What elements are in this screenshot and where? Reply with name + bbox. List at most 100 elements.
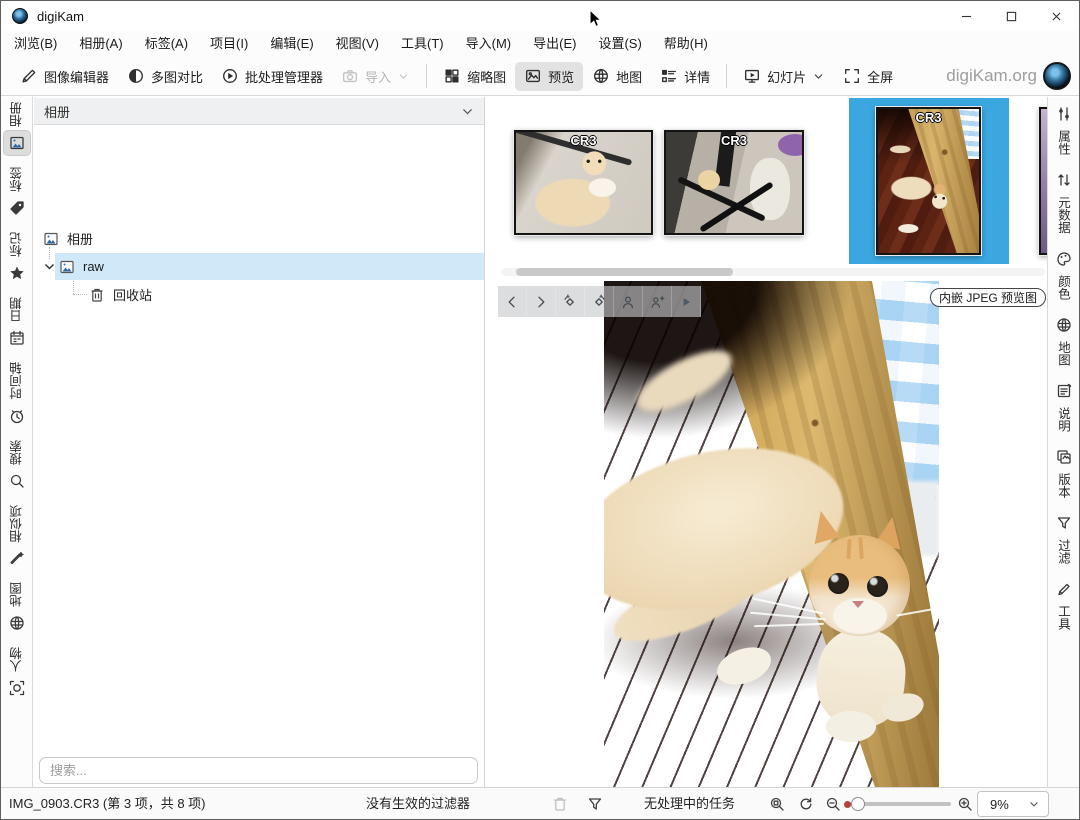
play-icon — [678, 294, 694, 310]
preview-photo[interactable] — [604, 281, 939, 788]
selection-highlight — [55, 253, 484, 280]
mouse-cursor — [589, 9, 607, 29]
grid-icon — [443, 67, 461, 85]
previous-button[interactable] — [498, 286, 527, 317]
thumbnail-2[interactable]: CR3 — [664, 130, 804, 235]
thumbnail-bar: CR3 CR3 CR3 — [498, 97, 1048, 278]
chevron-down-icon — [812, 70, 825, 83]
menu-album[interactable]: 相册(A) — [68, 31, 133, 57]
sidebar-tab-versions[interactable]: 版本 — [1051, 445, 1077, 498]
sidebar-tab-similarity[interactable]: 相似项 — [4, 505, 30, 571]
expander-chevron-icon — [43, 260, 56, 273]
filter-status: 没有生效的过滤器 — [366, 788, 470, 819]
face-tag-button[interactable] — [614, 286, 643, 317]
menu-settings[interactable]: 设置(S) — [587, 31, 652, 57]
map-view-button[interactable]: 地图 — [583, 62, 651, 91]
tree-item-albums-root[interactable]: 相册 — [34, 225, 484, 252]
maximize-button[interactable] — [989, 1, 1034, 31]
zoom-level-value: 9% — [978, 797, 1009, 812]
main-toolbar: 图像编辑器 多图对比 批处理管理器 导入 缩略图 预览 地图 — [1, 57, 1079, 96]
maximize-icon — [1006, 11, 1017, 22]
add-face-button[interactable] — [643, 286, 672, 317]
properties-sliders-icon — [1051, 102, 1077, 126]
search-icon — [4, 469, 30, 493]
fullscreen-icon — [843, 67, 861, 85]
window-title: digiKam — [37, 9, 84, 24]
sidebar-tab-people[interactable]: 人物 — [4, 647, 30, 700]
menu-help[interactable]: 帮助(H) — [653, 31, 719, 57]
sidebar-tab-tools[interactable]: 工具 — [1051, 577, 1077, 630]
zoom-slider[interactable] — [846, 802, 951, 806]
menu-edit[interactable]: 编辑(E) — [259, 31, 324, 57]
zoom-fit-button[interactable] — [769, 796, 785, 815]
menu-item[interactable]: 项目(I) — [199, 31, 259, 57]
digikam-logo-icon — [1043, 62, 1071, 90]
thumbnail-3-selected[interactable]: CR3 — [876, 107, 981, 255]
slideshow-button[interactable]: 幻灯片 — [734, 62, 834, 91]
sidebar-tab-search[interactable]: 搜索 — [4, 440, 30, 493]
batch-queue-button[interactable]: 批处理管理器 — [212, 62, 332, 91]
person-add-icon — [649, 294, 665, 310]
slideshow-icon — [743, 67, 761, 85]
trash-icon — [89, 287, 105, 303]
thumbnails-view-button[interactable]: 缩略图 — [434, 62, 515, 91]
sidebar-tab-timeline[interactable]: 时间轴 — [4, 362, 30, 428]
menu-view[interactable]: 视图(V) — [325, 31, 390, 57]
sidebar-tab-colors[interactable]: 颜色 — [1051, 247, 1077, 300]
tree-item-raw[interactable]: raw — [34, 253, 484, 280]
menu-import[interactable]: 导入(M) — [455, 31, 523, 57]
digikam-window: digiKam 浏览(B) 相册(A) 标签(A) 项目(I) 编辑(E) 视图… — [0, 0, 1080, 820]
zoom-in-button[interactable] — [957, 796, 973, 815]
menu-tag[interactable]: 标签(A) — [134, 31, 199, 57]
menu-export[interactable]: 导出(E) — [522, 31, 587, 57]
close-icon — [1051, 11, 1062, 22]
globe-icon — [4, 611, 30, 635]
details-view-button[interactable]: 详情 — [651, 62, 719, 91]
tasks-status: 无处理中的任务 — [644, 788, 735, 819]
trash-icon — [552, 796, 568, 815]
zoom-reset-button[interactable] — [798, 796, 814, 815]
file-info: IMG_0903.CR3 (第 3 项，共 8 项) — [9, 788, 206, 819]
sidebar-tab-metadata[interactable]: 元数据 — [1051, 168, 1077, 234]
sidebar-tab-map[interactable]: 地图 — [1051, 313, 1077, 366]
tree-item-trash[interactable]: 回收站 — [34, 281, 484, 308]
rotate-left-button[interactable] — [556, 286, 585, 317]
thumbnail-1[interactable]: CR3 — [514, 130, 653, 235]
thumbbar-scrollbar-thumb[interactable] — [516, 268, 733, 276]
sidebar-tab-filters[interactable]: 过滤 — [1051, 511, 1077, 564]
fullscreen-button[interactable]: 全屏 — [834, 62, 902, 91]
sidebar-tab-albums[interactable]: 相册 — [4, 102, 30, 155]
zoom-slider-handle[interactable] — [851, 797, 865, 811]
sidebar-tab-dates[interactable]: 日期 — [4, 297, 30, 350]
tag-icon — [4, 196, 30, 220]
album-panel-header[interactable]: 相册 — [34, 98, 484, 125]
sidebar-tab-labels[interactable]: 标记 — [4, 232, 30, 285]
play-slideshow-button[interactable] — [672, 286, 701, 317]
zoom-out-button[interactable] — [825, 796, 841, 815]
globe-icon — [592, 67, 610, 85]
star-icon — [4, 261, 30, 285]
next-button[interactable] — [527, 286, 556, 317]
picture-icon — [524, 67, 542, 85]
albums-icon — [4, 131, 30, 155]
title-bar: digiKam — [1, 1, 1079, 31]
sidebar-tab-properties[interactable]: 属性 — [1051, 102, 1077, 155]
menu-browse[interactable]: 浏览(B) — [3, 31, 68, 57]
sidebar-tab-map[interactable]: 地图 — [4, 582, 30, 635]
close-button[interactable] — [1034, 1, 1079, 31]
image-editor-button[interactable]: 图像编辑器 — [11, 62, 118, 91]
zoom-level-dropdown[interactable]: 9% — [977, 791, 1049, 817]
filter-icon[interactable] — [587, 796, 603, 815]
light-table-icon — [127, 67, 145, 85]
format-badge: CR3 — [915, 110, 941, 125]
rotate-right-button[interactable] — [585, 286, 614, 317]
menu-tools[interactable]: 工具(T) — [390, 31, 455, 57]
sidebar-tab-captions[interactable]: 说明 — [1051, 379, 1077, 432]
light-table-button[interactable]: 多图对比 — [118, 62, 212, 91]
sidebar-tab-tags[interactable]: 标签 — [4, 167, 30, 220]
thumbnail-3-photo — [878, 109, 979, 253]
search-input[interactable] — [39, 757, 478, 784]
minimize-button[interactable] — [944, 1, 989, 31]
pencil-icon — [20, 67, 38, 85]
preview-view-button[interactable]: 预览 — [515, 62, 583, 91]
